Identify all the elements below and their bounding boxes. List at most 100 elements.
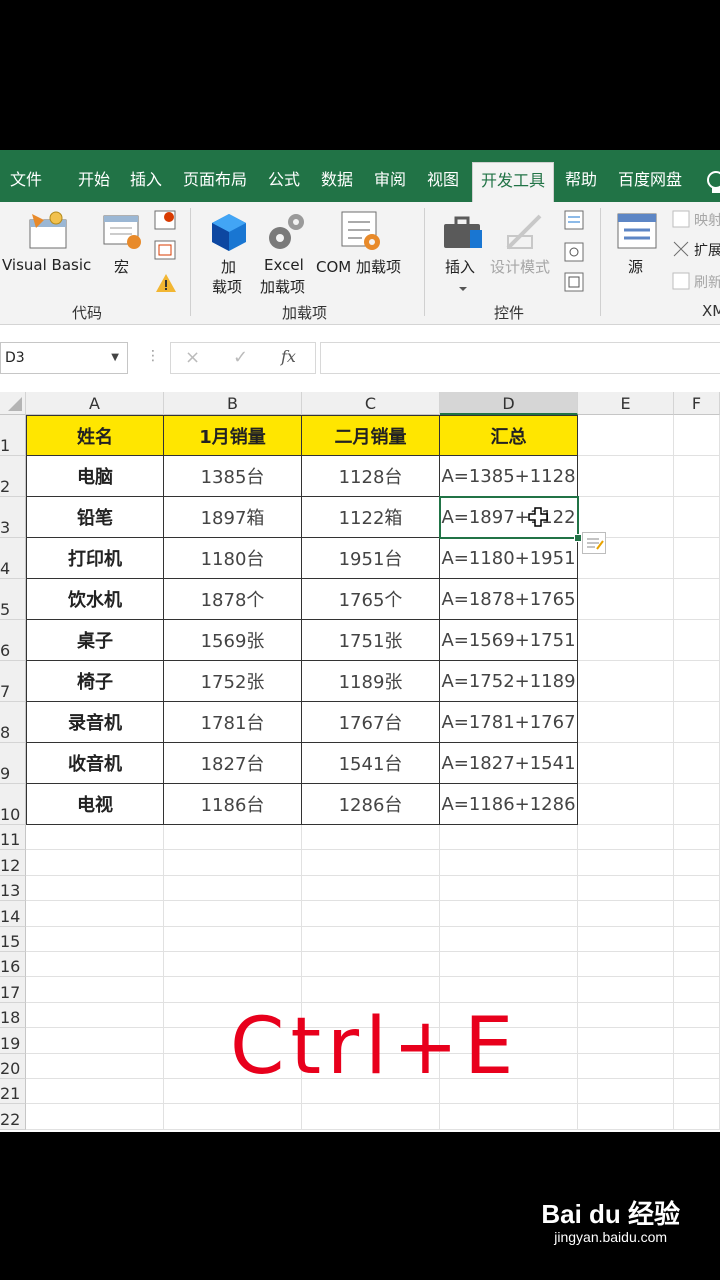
cell-b1[interactable]: 1月销量 — [164, 415, 302, 456]
cell-b16[interactable] — [164, 952, 302, 978]
tab-file[interactable]: 文件 — [10, 150, 42, 202]
cell-e16[interactable] — [578, 952, 674, 978]
cell-f11[interactable] — [674, 825, 720, 851]
chevron-down-icon[interactable] — [458, 278, 468, 297]
cell-d17[interactable] — [440, 977, 578, 1003]
cell-e8[interactable] — [578, 702, 674, 743]
cell-d16[interactable] — [440, 952, 578, 978]
row-header-16[interactable]: 16 — [0, 952, 26, 978]
row-header-22[interactable]: 22 — [0, 1104, 26, 1130]
cell-f15[interactable] — [674, 926, 720, 952]
tab-view[interactable]: 视图 — [427, 150, 459, 202]
cell-d22[interactable] — [440, 1104, 578, 1130]
cell-d1[interactable]: 汇总 — [440, 415, 578, 456]
cell-a16[interactable] — [26, 952, 164, 978]
cell-a3[interactable]: 铅笔 — [26, 497, 164, 538]
cell-a11[interactable] — [26, 825, 164, 851]
cell-e18[interactable] — [578, 1002, 674, 1029]
row-header-20[interactable]: 20 — [0, 1053, 26, 1079]
cell-e6[interactable] — [578, 620, 674, 661]
cell-c1[interactable]: 二月销量 — [302, 415, 440, 456]
cell-d8[interactable]: A=1781+1767 — [440, 702, 578, 743]
lightbulb-icon[interactable] — [706, 170, 720, 198]
cell-a21[interactable] — [26, 1079, 164, 1105]
column-header-b[interactable]: B — [164, 392, 302, 415]
row-header-13[interactable]: 13 — [0, 875, 26, 902]
tab-home[interactable]: 开始 — [78, 150, 110, 202]
macro-button[interactable]: 宏 — [114, 256, 129, 277]
cell-a12[interactable] — [26, 850, 164, 876]
column-header-c[interactable]: C — [302, 392, 440, 415]
cell-d14[interactable] — [440, 901, 578, 927]
row-header-3[interactable]: 3 — [0, 497, 26, 538]
cell-e12[interactable] — [578, 850, 674, 876]
cell-b7[interactable]: 1752张 — [164, 661, 302, 702]
column-header-d[interactable]: D — [440, 392, 578, 415]
tab-help[interactable]: 帮助 — [565, 150, 597, 202]
tab-formulas[interactable]: 公式 — [268, 150, 300, 202]
cell-f21[interactable] — [674, 1079, 720, 1105]
cell-d11[interactable] — [440, 825, 578, 851]
column-header-a[interactable]: A — [26, 392, 164, 415]
cell-a1[interactable]: 姓名 — [26, 415, 164, 456]
row-header-4[interactable]: 4 — [0, 538, 26, 579]
tab-developer[interactable]: 开发工具 — [472, 162, 555, 203]
cell-b3[interactable]: 1897箱 — [164, 497, 302, 538]
properties-icon[interactable] — [564, 210, 584, 234]
cell-e2[interactable] — [578, 456, 674, 497]
row-header-21[interactable]: 21 — [0, 1079, 26, 1105]
cell-c15[interactable] — [302, 926, 440, 952]
cell-b4[interactable]: 1180台 — [164, 538, 302, 579]
name-box[interactable]: D3 ▼ — [0, 342, 128, 374]
cell-f10[interactable] — [674, 784, 720, 825]
row-header-7[interactable]: 7 — [0, 661, 26, 702]
cell-b22[interactable] — [164, 1104, 302, 1130]
cell-e7[interactable] — [578, 661, 674, 702]
design-mode-button[interactable]: 设计模式 — [490, 256, 550, 277]
row-header-8[interactable]: 8 — [0, 702, 26, 743]
cell-f19[interactable] — [674, 1028, 720, 1054]
get-addins-label-1[interactable]: 加 — [221, 256, 236, 277]
cell-a6[interactable]: 桌子 — [26, 620, 164, 661]
insert-control-button[interactable]: 插入 — [445, 256, 475, 277]
cell-d2[interactable]: A=1385+1128 — [440, 456, 578, 497]
refresh-data-button[interactable]: 刷新 — [694, 272, 720, 292]
cell-d15[interactable] — [440, 926, 578, 952]
cell-e14[interactable] — [578, 901, 674, 927]
cell-b2[interactable]: 1385台 — [164, 456, 302, 497]
column-header-e[interactable]: E — [578, 392, 674, 415]
cell-f2[interactable] — [674, 456, 720, 497]
visual-basic-button[interactable]: Visual Basic — [2, 256, 91, 274]
cell-b13[interactable] — [164, 875, 302, 902]
cell-b17[interactable] — [164, 977, 302, 1003]
cell-e17[interactable] — [578, 977, 674, 1003]
cell-c5[interactable]: 1765个 — [302, 579, 440, 620]
cell-d5[interactable]: A=1878+1765 — [440, 579, 578, 620]
cell-f9[interactable] — [674, 743, 720, 784]
row-header-11[interactable]: 11 — [0, 825, 26, 851]
cell-a17[interactable] — [26, 977, 164, 1003]
cell-f20[interactable] — [674, 1053, 720, 1079]
row-header-6[interactable]: 6 — [0, 620, 26, 661]
cell-f3[interactable] — [674, 497, 720, 538]
cell-a7[interactable]: 椅子 — [26, 661, 164, 702]
cell-a13[interactable] — [26, 875, 164, 902]
cell-c4[interactable]: 1951台 — [302, 538, 440, 579]
column-header-f[interactable]: F — [674, 392, 720, 415]
cell-e10[interactable] — [578, 784, 674, 825]
cell-f7[interactable] — [674, 661, 720, 702]
cell-c11[interactable] — [302, 825, 440, 851]
row-header-12[interactable]: 12 — [0, 850, 26, 876]
cell-b12[interactable] — [164, 850, 302, 876]
map-properties-button[interactable]: 映射 — [694, 210, 720, 230]
cell-e11[interactable] — [578, 825, 674, 851]
cell-b15[interactable] — [164, 926, 302, 952]
cell-f22[interactable] — [674, 1104, 720, 1130]
formula-input[interactable] — [320, 342, 720, 374]
row-header-15[interactable]: 15 — [0, 926, 26, 952]
fill-handle[interactable] — [574, 534, 582, 542]
cell-a2[interactable]: 电脑 — [26, 456, 164, 497]
cell-f4[interactable] — [674, 538, 720, 579]
relative-reference-icon[interactable] — [154, 240, 178, 266]
xml-source-button[interactable]: 源 — [628, 256, 643, 277]
